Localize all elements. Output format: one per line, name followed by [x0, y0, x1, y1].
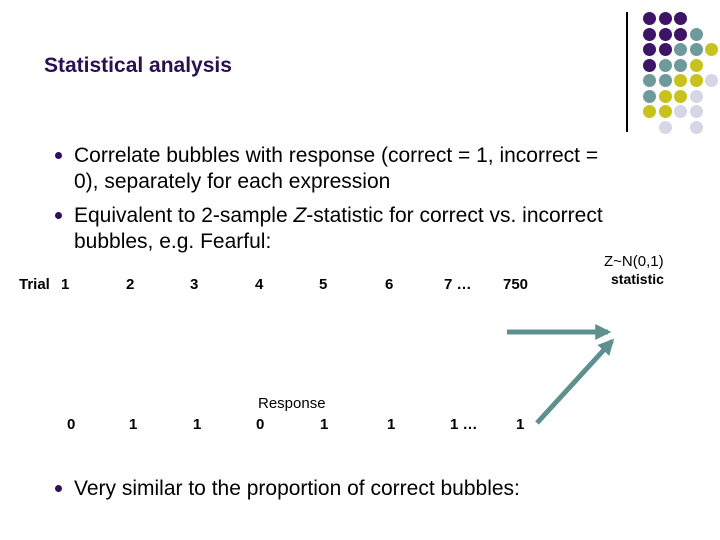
diagonal-arrow [535, 338, 615, 425]
arrows-diagram [507, 323, 615, 425]
bullet-icon [55, 485, 62, 492]
bullet-3-line-1: Very similar to the proportion of correc… [74, 477, 520, 500]
